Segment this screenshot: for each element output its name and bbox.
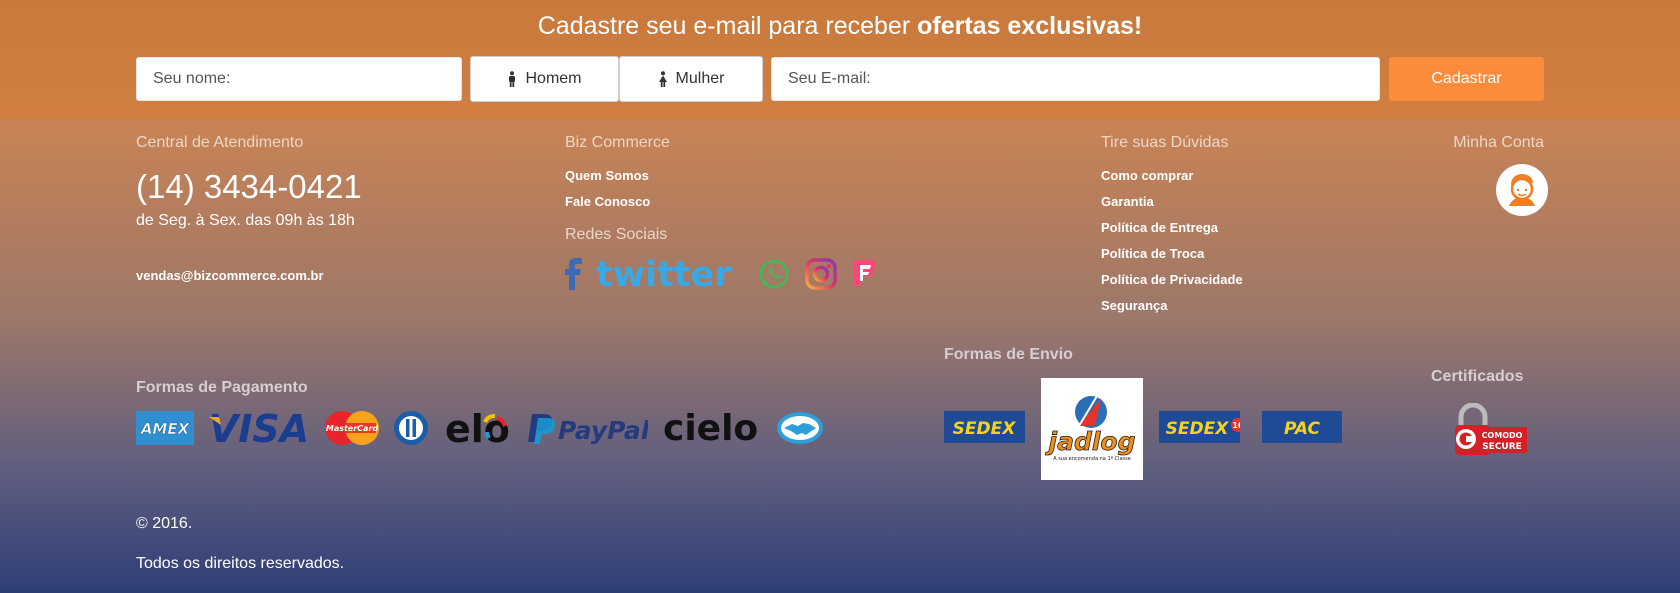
name-input[interactable] xyxy=(136,57,462,101)
jadlog-text: jadlog xyxy=(1045,427,1136,456)
shipping-title: Formas de Envio xyxy=(944,346,1073,363)
email-input[interactable] xyxy=(771,57,1380,101)
female-label: Mulher xyxy=(675,70,725,87)
subscribe-label: Cadastrar xyxy=(1431,70,1502,87)
elo-text: elo xyxy=(445,408,510,448)
company-link-contact[interactable]: Fale Conosco xyxy=(565,194,650,209)
visa-icon: VISA xyxy=(209,407,309,449)
amex-icon: AMEX xyxy=(136,411,194,445)
help-link-how-to-buy[interactable]: Como comprar xyxy=(1101,168,1193,183)
instagram-icon[interactable] xyxy=(805,258,837,290)
support-phone: (14) 3434-0421 xyxy=(136,168,362,205)
paypal-icon: PayPal xyxy=(528,414,648,445)
sedex-10-badge: 10 xyxy=(1232,421,1240,430)
pac-text: PAC xyxy=(1284,419,1321,439)
help-title: Tire suas Dúvidas xyxy=(1101,134,1229,151)
help-link-security[interactable]: Segurança xyxy=(1101,298,1167,313)
sedex-icon: SEDEX xyxy=(944,411,1025,443)
twitter-icon[interactable]: twitter xyxy=(596,256,742,292)
cielo-text: cielo xyxy=(663,410,758,446)
sedex-text: SEDEX xyxy=(953,419,1017,439)
support-title: Central de Atendimento xyxy=(136,134,304,151)
mastercard-text: MasterCard xyxy=(326,424,379,433)
newsletter-title: Cadastre seu e-mail para receber ofertas… xyxy=(0,12,1680,41)
female-button[interactable]: Mulher xyxy=(619,56,763,102)
whatsapp-icon[interactable] xyxy=(758,258,790,290)
support-email-link[interactable]: vendas@bizcommerce.com.br xyxy=(136,268,324,283)
help-link-warranty[interactable]: Garantia xyxy=(1101,194,1154,209)
comodo-text: COMODO xyxy=(1482,431,1523,440)
elo-icon: elo xyxy=(445,408,510,448)
diners-icon xyxy=(394,411,428,445)
newsletter-bar: Cadastre seu e-mail para receber ofertas… xyxy=(0,0,1680,119)
jadlog-tagline: A sua encomenda na 1ª Classe xyxy=(1053,456,1131,462)
company-link-about[interactable]: Quem Somos xyxy=(565,168,649,183)
cielo-icon: cielo xyxy=(663,410,758,446)
male-label: Homem xyxy=(525,70,582,87)
payment-title: Formas de Pagamento xyxy=(136,379,308,396)
comodo-secure-seal-icon: COMODO SECURE xyxy=(1455,403,1527,455)
male-button[interactable]: Homem xyxy=(470,56,619,102)
facebook-icon[interactable] xyxy=(565,258,583,290)
social-title: Redes Sociais xyxy=(565,226,668,243)
account-title: Minha Conta xyxy=(1453,134,1544,151)
sedex-10-icon: SEDEX 10 xyxy=(1159,411,1240,443)
rights-reserved: Todos os direitos reservados. xyxy=(136,555,345,572)
twitter-wordmark: twitter xyxy=(596,256,732,292)
visa-text: VISA xyxy=(209,407,309,449)
company-title: Biz Commerce xyxy=(565,134,670,151)
mastercard-icon: MasterCard xyxy=(325,411,379,445)
newsletter-title-text: Cadastre seu e-mail para receber xyxy=(537,12,918,40)
support-hours: de Seg. à Sex. das 09h às 18h xyxy=(136,212,355,229)
male-icon xyxy=(509,71,516,87)
mercadopago-icon xyxy=(777,412,823,444)
pac-icon: PAC xyxy=(1262,411,1342,443)
account-avatar[interactable] xyxy=(1496,164,1548,216)
help-link-privacy-policy[interactable]: Política de Privacidade xyxy=(1101,272,1243,287)
foursquare-icon[interactable] xyxy=(852,258,878,290)
secure-text: SECURE xyxy=(1482,442,1522,452)
certificates-title: Certificados xyxy=(1431,368,1524,385)
sedex-10-text: SEDEX xyxy=(1166,419,1230,439)
female-icon xyxy=(658,71,667,87)
jadlog-icon: jadlog A sua encomenda na 1ª Classe xyxy=(1041,378,1143,480)
help-link-delivery-policy[interactable]: Política de Entrega xyxy=(1101,220,1218,235)
amex-text: AMEX xyxy=(140,420,191,438)
help-link-exchange-policy[interactable]: Política de Troca xyxy=(1101,246,1204,261)
newsletter-title-highlight: ofertas exclusivas! xyxy=(917,12,1143,40)
copyright: © 2016. xyxy=(136,515,193,532)
subscribe-button[interactable]: Cadastrar xyxy=(1389,57,1544,101)
user-avatar-icon xyxy=(1509,174,1535,206)
paypal-text: PayPal xyxy=(558,416,648,445)
